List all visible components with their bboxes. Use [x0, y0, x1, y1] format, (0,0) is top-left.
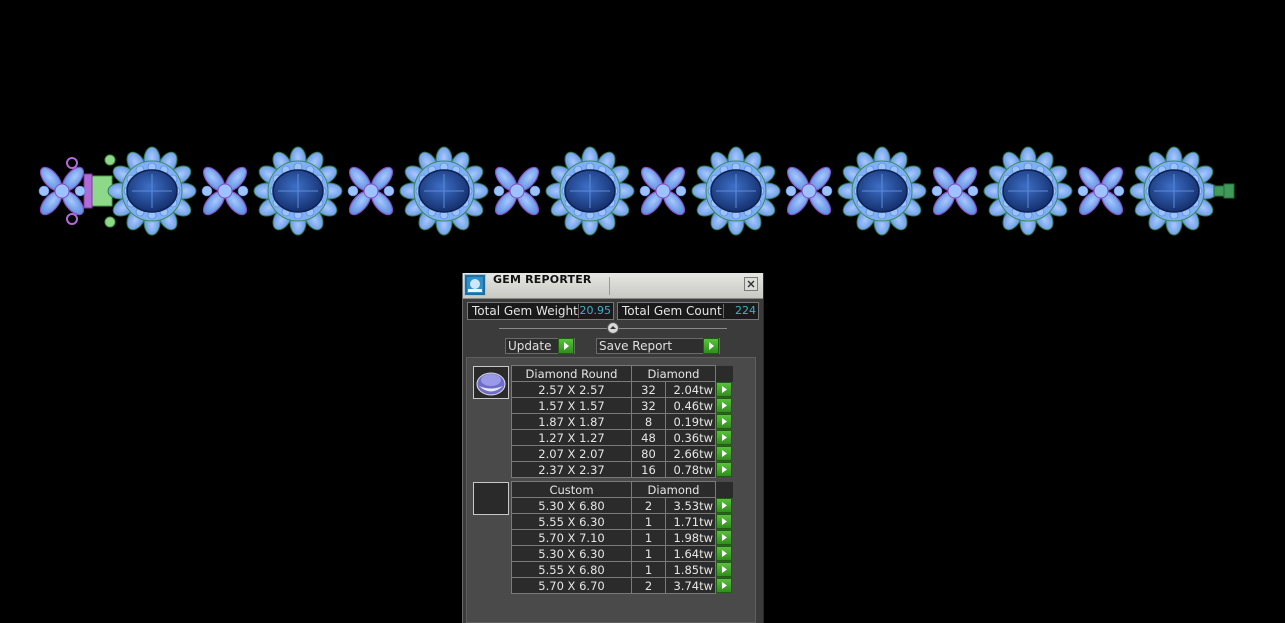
- table-row[interactable]: 5.55 X 6.80 1 1.85tw: [511, 561, 733, 578]
- gem-count: 16: [631, 461, 666, 478]
- save-report-arrow-icon: [703, 338, 719, 354]
- chevron-up-icon: [610, 326, 616, 329]
- total-gem-weight-box: Total Gem Weight 20.95: [467, 302, 614, 320]
- gem-weight: 1.71tw: [665, 513, 716, 530]
- gem-size: 5.55 X 6.30: [511, 513, 632, 530]
- total-gem-weight-value: 20.95: [578, 304, 614, 318]
- update-button-label: Update: [508, 339, 552, 353]
- total-gem-count-value: 224: [723, 304, 759, 318]
- gem-report-list[interactable]: Diamond Round Diamond 2.57 X 2.57 32 2.0…: [466, 357, 756, 623]
- gem-weight: 3.74tw: [665, 577, 716, 594]
- material-header: Diamond: [631, 481, 716, 498]
- row-arrow-icon[interactable]: [716, 562, 732, 577]
- table-row[interactable]: 5.70 X 6.70 2 3.74tw: [511, 577, 733, 594]
- gem-reporter-logo-icon: [464, 274, 486, 296]
- gem-size: 1.87 X 1.87: [511, 413, 632, 430]
- bracelet-model[interactable]: [0, 0, 1285, 260]
- row-arrow-icon[interactable]: [716, 514, 732, 529]
- total-gem-count-box: Total Gem Count 224: [617, 302, 759, 320]
- row-arrow-icon[interactable]: [716, 382, 732, 397]
- table-header-row: Custom Diamond: [511, 481, 733, 498]
- panel-title: GEM REPORTER: [493, 273, 592, 286]
- gem-count: 1: [631, 545, 666, 562]
- material-header: Diamond: [631, 365, 716, 382]
- custom-gem-icon[interactable]: [473, 482, 509, 515]
- gem-size: 1.27 X 1.27: [511, 429, 632, 446]
- gem-weight: 0.19tw: [665, 413, 716, 430]
- table-row[interactable]: 5.30 X 6.80 2 3.53tw: [511, 497, 733, 514]
- title-divider: [609, 277, 610, 295]
- custom-table: Custom Diamond 5.30 X 6.80 2 3.53tw 5.55…: [511, 481, 733, 594]
- gem-count: 1: [631, 513, 666, 530]
- update-button[interactable]: Update: [505, 338, 575, 354]
- diamond-round-table: Diamond Round Diamond 2.57 X 2.57 32 2.0…: [511, 365, 733, 478]
- table-row[interactable]: 5.70 X 7.10 1 1.98tw: [511, 529, 733, 546]
- gem-size: 5.30 X 6.80: [511, 497, 632, 514]
- gem-count: 32: [631, 397, 666, 414]
- table-row[interactable]: 1.87 X 1.87 8 0.19tw: [511, 413, 733, 430]
- gem-count: 32: [631, 381, 666, 398]
- round-diamond-icon[interactable]: [473, 366, 509, 399]
- gem-count: 2: [631, 497, 666, 514]
- gem-reporter-panel: GEM REPORTER Total Gem Weight 20.95 Tota…: [462, 273, 764, 623]
- save-report-button-label: Save Report: [599, 339, 673, 353]
- gem-weight: 3.53tw: [665, 497, 716, 514]
- row-arrow-icon[interactable]: [716, 398, 732, 413]
- gem-weight: 1.98tw: [665, 529, 716, 546]
- close-icon: [747, 280, 755, 288]
- total-gem-count-label: Total Gem Count: [622, 304, 722, 318]
- row-arrow-icon[interactable]: [716, 414, 732, 429]
- collapse-button[interactable]: [607, 322, 619, 334]
- table-row[interactable]: 2.37 X 2.37 16 0.78tw: [511, 461, 733, 478]
- total-gem-weight-label: Total Gem Weight: [472, 304, 578, 318]
- gem-count: 2: [631, 577, 666, 594]
- table-row[interactable]: 2.07 X 2.07 80 2.66tw: [511, 445, 733, 462]
- row-arrow-icon[interactable]: [716, 498, 732, 513]
- gem-size: 5.30 X 6.30: [511, 545, 632, 562]
- row-arrow-icon[interactable]: [716, 446, 732, 461]
- table-row[interactable]: 1.27 X 1.27 48 0.36tw: [511, 429, 733, 446]
- table-row[interactable]: 5.30 X 6.30 1 1.64tw: [511, 545, 733, 562]
- table-row[interactable]: 2.57 X 2.57 32 2.04tw: [511, 381, 733, 398]
- save-report-button[interactable]: Save Report: [596, 338, 720, 354]
- table-row[interactable]: 1.57 X 1.57 32 0.46tw: [511, 397, 733, 414]
- shape-header: Custom: [511, 481, 632, 498]
- gem-reporter-titlebar[interactable]: GEM REPORTER: [463, 273, 763, 299]
- update-arrow-icon: [558, 338, 574, 354]
- gem-size: 2.37 X 2.37: [511, 461, 632, 478]
- gem-size: 5.70 X 7.10: [511, 529, 632, 546]
- gem-size: 5.70 X 6.70: [511, 577, 632, 594]
- gem-count: 48: [631, 429, 666, 446]
- row-arrow-icon[interactable]: [716, 578, 732, 593]
- gem-weight: 2.04tw: [665, 381, 716, 398]
- gem-size: 1.57 X 1.57: [511, 397, 632, 414]
- gem-count: 80: [631, 445, 666, 462]
- gem-count: 8: [631, 413, 666, 430]
- shape-header: Diamond Round: [511, 365, 632, 382]
- gem-count: 1: [631, 529, 666, 546]
- close-button[interactable]: [744, 277, 758, 291]
- gem-weight: 0.78tw: [665, 461, 716, 478]
- row-arrow-icon[interactable]: [716, 546, 732, 561]
- gem-count: 1: [631, 561, 666, 578]
- row-arrow-icon[interactable]: [716, 530, 732, 545]
- gem-size: 5.55 X 6.80: [511, 561, 632, 578]
- gem-weight: 1.85tw: [665, 561, 716, 578]
- gem-weight: 1.64tw: [665, 545, 716, 562]
- gem-size: 2.07 X 2.07: [511, 445, 632, 462]
- gem-weight: 2.66tw: [665, 445, 716, 462]
- table-header-row: Diamond Round Diamond: [511, 365, 733, 382]
- row-arrow-icon[interactable]: [716, 462, 732, 477]
- gem-weight: 0.46tw: [665, 397, 716, 414]
- table-row[interactable]: 5.55 X 6.30 1 1.71tw: [511, 513, 733, 530]
- row-arrow-icon[interactable]: [716, 430, 732, 445]
- gem-weight: 0.36tw: [665, 429, 716, 446]
- gem-size: 2.57 X 2.57: [511, 381, 632, 398]
